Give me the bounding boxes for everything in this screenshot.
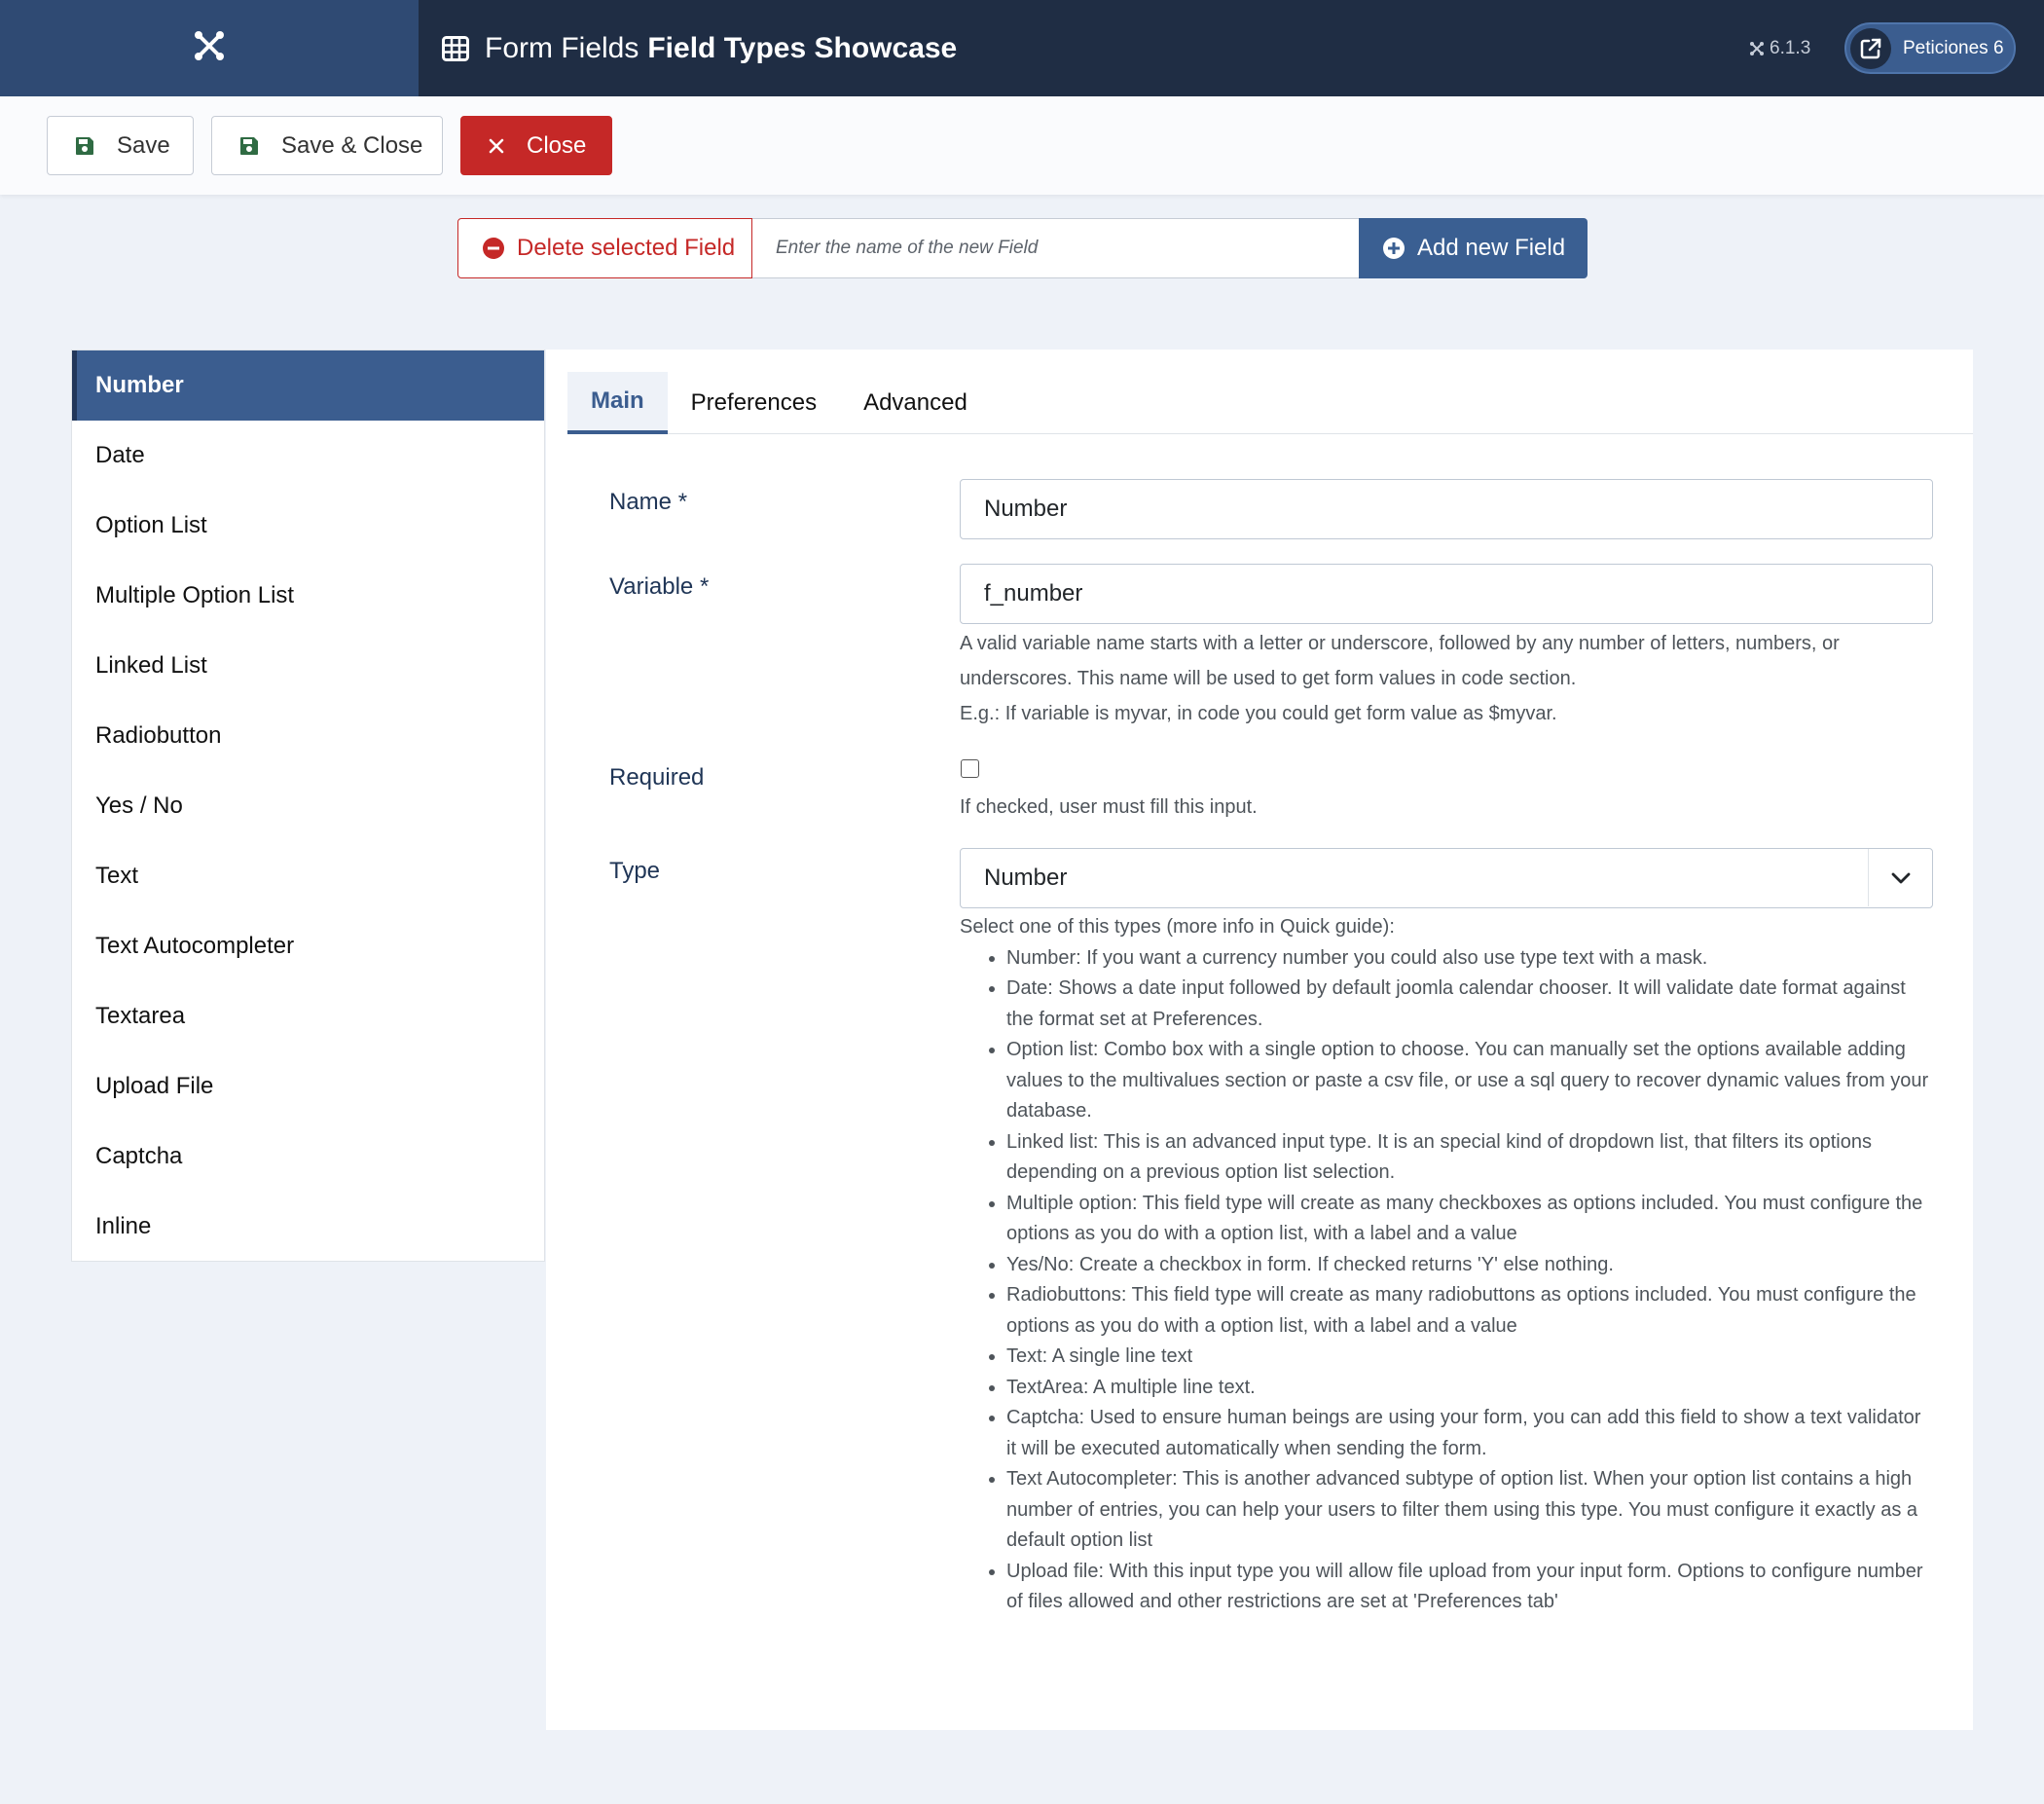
variable-input[interactable] [960,564,1933,624]
list-item: Captcha: Used to ensure human beings are… [1006,1403,1933,1464]
field-editor-panel: Main Preferences Advanced Name * Variabl… [546,350,1973,1730]
field-list-item-inline[interactable]: Inline [72,1192,544,1262]
field-list-item-linked-list[interactable]: Linked List [72,631,544,701]
close-button[interactable]: Close [460,116,612,175]
add-field-button[interactable]: Add new Field [1359,218,1588,278]
variable-help-text: A valid variable name starts with a lett… [960,633,1840,689]
floppy-icon [238,135,260,157]
table-icon [442,35,469,61]
tab-advanced[interactable]: Advanced [840,372,991,434]
page-title-prefix: Form Fields [485,31,639,64]
delete-field-label: Delete selected Field [517,235,736,261]
joomla-icon[interactable] [193,29,226,67]
type-help-list: Number: If you want a currency number yo… [1006,943,1933,1618]
required-help: If checked, user must fill this input. [960,796,1258,818]
new-field-name-input[interactable] [752,218,1359,278]
page-title: Form Fields Field Types Showcase [442,0,957,96]
field-list-item-captcha[interactable]: Captcha [72,1122,544,1192]
add-field-label: Add new Field [1417,235,1566,261]
floppy-icon [74,135,95,157]
list-item: Number: If you want a currency number yo… [1006,943,1933,975]
close-icon [488,137,505,155]
field-list-item-number[interactable]: Number [72,350,544,421]
field-list-item-date[interactable]: Date [72,421,544,491]
save-button[interactable]: Save [47,116,194,175]
list-item: Text Autocompleter: This is another adva… [1006,1464,1933,1557]
save-close-label: Save & Close [281,131,423,159]
field-list-item-text-autocompleter[interactable]: Text Autocompleter [72,911,544,981]
name-input[interactable] [960,479,1933,539]
required-label: Required [609,764,705,791]
list-item: Radiobuttons: This field type will creat… [1006,1280,1933,1342]
type-help: Select one of this types (more info in Q… [960,912,1933,1618]
list-item: Option list: Combo box with a single opt… [1006,1035,1933,1127]
required-checkbox[interactable] [961,759,979,778]
save-label: Save [117,131,170,159]
variable-help-example: E.g.: If variable is myvar, in code you … [960,703,1557,724]
list-item: Text: A single line text [1006,1342,1933,1373]
delete-field-button[interactable]: Delete selected Field [457,218,752,278]
chevron-down-icon [1868,849,1932,906]
page-title-main: Field Types Showcase [647,31,958,64]
field-list-item-text[interactable]: Text [72,841,544,911]
close-label: Close [527,131,587,159]
list-item: Upload file: With this input type you wi… [1006,1557,1933,1618]
type-select[interactable]: Number [960,848,1933,908]
plus-circle-icon [1382,237,1405,260]
tab-preferences[interactable]: Preferences [668,372,840,434]
tab-main[interactable]: Main [567,372,668,434]
external-link-icon [1850,27,1891,69]
peticiones-button[interactable]: Peticiones 6 [1844,22,2016,74]
type-select-value: Number [984,865,1068,891]
list-item: TextArea: A multiple line text. [1006,1373,1933,1404]
name-label: Name * [609,489,688,515]
peticiones-label: Peticiones 6 [1903,37,2004,58]
field-list: Number Date Option List Multiple Option … [71,350,545,1262]
field-list-item-radiobutton[interactable]: Radiobutton [72,701,544,771]
field-list-item-yes-no[interactable]: Yes / No [72,771,544,841]
list-item: Yes/No: Create a checkbox in form. If ch… [1006,1250,1933,1281]
list-item: Date: Shows a date input followed by def… [1006,974,1933,1035]
variable-help: A valid variable name starts with a lett… [960,626,1933,731]
list-item: Linked list: This is an advanced input t… [1006,1127,1933,1189]
type-label: Type [609,858,661,884]
version-text: 6.1.3 [1770,37,1811,58]
list-item: Multiple option: This field type will cr… [1006,1189,1933,1250]
field-list-item-textarea[interactable]: Textarea [72,981,544,1051]
app-header: Form Fields Field Types Showcase 6.1.3 P… [0,0,2044,96]
header-logo-area[interactable] [0,0,419,96]
type-help-intro: Select one of this types (more info in Q… [960,916,1395,938]
variable-label: Variable * [609,573,710,600]
minus-circle-icon [482,237,505,260]
joomla-small-icon [1749,41,1765,56]
field-list-item-option-list[interactable]: Option List [72,491,544,561]
version-indicator: 6.1.3 [1749,0,1810,96]
field-list-item-upload-file[interactable]: Upload File [72,1051,544,1122]
field-list-item-multiple-option-list[interactable]: Multiple Option List [72,561,544,631]
save-close-button[interactable]: Save & Close [211,116,443,175]
tab-bar: Main Preferences Advanced [567,372,1973,434]
